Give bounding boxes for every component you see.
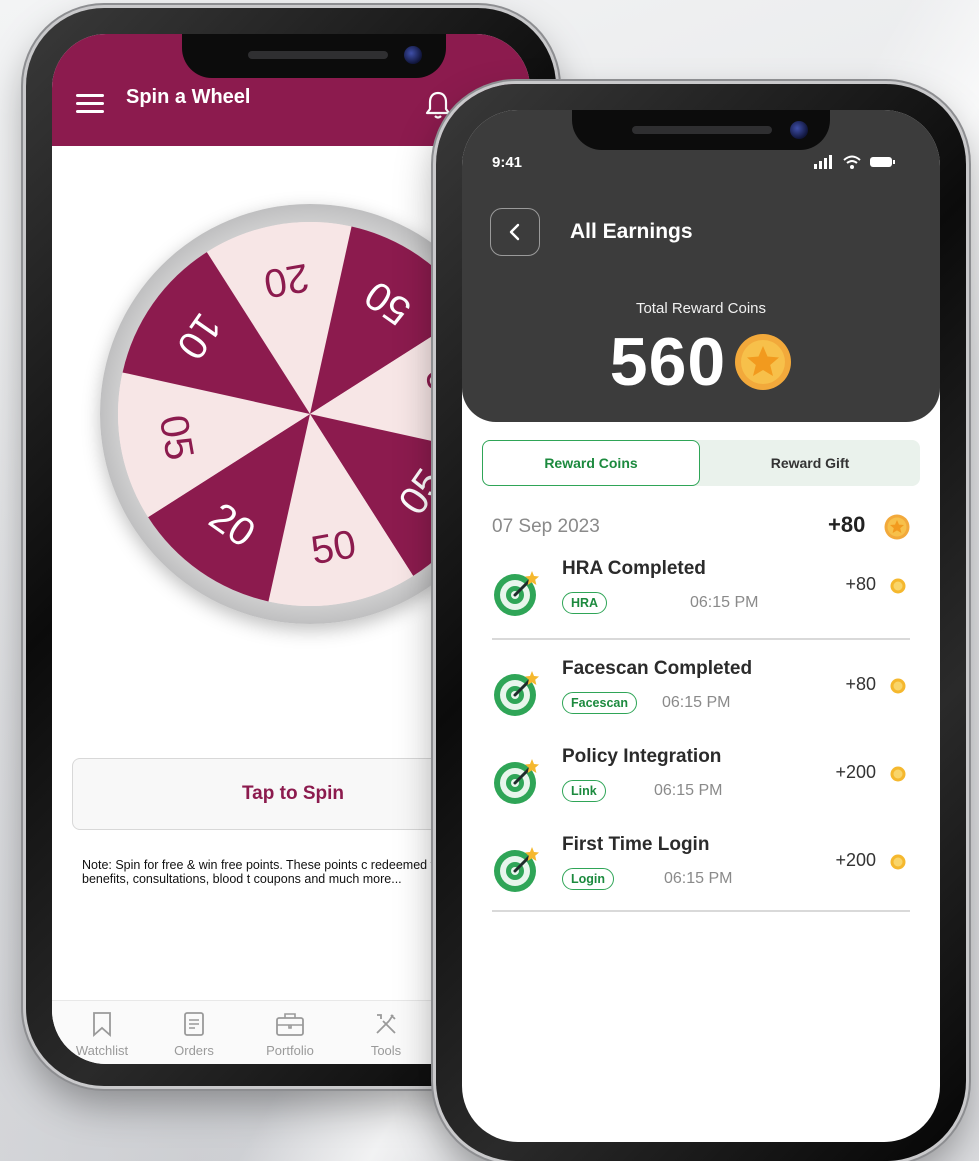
back-button[interactable]: [490, 208, 540, 256]
item-points: +200: [835, 762, 876, 782]
tab-reward-coins[interactable]: Reward Coins: [482, 440, 700, 486]
coin-icon: [890, 578, 906, 594]
tab-label: Portfolio: [266, 1043, 314, 1058]
coin-icon: [890, 766, 906, 782]
item-points: +80: [845, 574, 876, 594]
item-tag: Login: [562, 868, 615, 890]
target-icon: [494, 571, 539, 616]
item-time: 06:15 PM: [690, 594, 759, 611]
target-icon: [494, 759, 539, 804]
date-heading: 07 Sep 2023: [492, 516, 600, 537]
target-icon: [494, 847, 539, 892]
list-item[interactable]: Policy Integration Link 06:15 PM +200: [492, 746, 910, 826]
tab-label: Watchlist: [75, 1043, 129, 1058]
document-icon: [184, 1012, 204, 1036]
page-title: All Earnings: [570, 220, 693, 243]
wheel-label: 05: [151, 412, 202, 463]
coin-icon: [884, 514, 910, 540]
item-title: First Time Login: [562, 834, 710, 855]
list-item[interactable]: Facescan Completed Facescan 06:15 PM +80: [492, 658, 910, 738]
chevron-left-icon: [509, 223, 520, 241]
status-bar-icons: [814, 155, 895, 169]
list-divider: [492, 638, 910, 640]
item-title: HRA Completed: [562, 558, 706, 579]
item-points: +80: [845, 674, 876, 694]
total-reward-label: Total Reward Coins: [635, 300, 767, 317]
reward-tabs: Reward Coins Reward Gift: [482, 440, 920, 486]
item-title: Policy Integration: [562, 746, 722, 767]
coin-icon: [890, 854, 906, 870]
item-time: 06:15 PM: [654, 782, 723, 799]
briefcase-icon: [276, 1013, 304, 1036]
item-title: Facescan Completed: [562, 658, 753, 679]
tab-watchlist[interactable]: Watchlist: [62, 1011, 142, 1058]
phone-notch: [182, 34, 446, 78]
wifi-icon: [843, 155, 861, 164]
total-reward: 560: [462, 322, 940, 402]
tab-label: Tools: [370, 1043, 402, 1058]
item-time: 06:15 PM: [662, 694, 731, 711]
earnings-header: 9:41 All Earnings Total Reward Coins 560: [462, 110, 940, 422]
target-icon: [494, 671, 539, 716]
tab-orders[interactable]: Orders: [154, 1011, 234, 1058]
earnings-screen: 9:41 All Earnings Total Reward Coins 560: [462, 110, 940, 1142]
wheel-label: 20: [261, 255, 312, 306]
status-time: 9:41: [492, 154, 523, 171]
page-title: Spin a Wheel: [126, 86, 251, 108]
item-time: 06:15 PM: [664, 870, 733, 887]
list-divider: [492, 910, 910, 912]
tools-icon: [376, 1014, 396, 1034]
tab-reward-gift[interactable]: Reward Gift: [700, 440, 920, 486]
item-points: +200: [835, 850, 876, 870]
hamburger-menu-icon[interactable]: [76, 94, 104, 114]
phone-notch: [572, 110, 830, 150]
bell-icon[interactable]: [424, 90, 452, 120]
item-tag: HRA: [562, 592, 608, 614]
item-tag: Facescan: [562, 692, 637, 714]
coin-icon: [890, 678, 906, 694]
tab-tools[interactable]: Tools: [346, 1011, 426, 1058]
date-total-value: +80: [828, 512, 866, 537]
date-total: +80: [828, 512, 865, 538]
bookmark-icon: [93, 1012, 111, 1037]
coin-icon: [735, 334, 792, 390]
total-reward-value: 560: [609, 324, 727, 400]
tab-label: Orders: [174, 1043, 214, 1058]
list-item[interactable]: HRA Completed HRA 06:15 PM +80: [492, 558, 910, 638]
signal-icon: [814, 155, 832, 169]
wheel-label: 50: [308, 522, 359, 573]
battery-icon: [870, 157, 895, 167]
list-item[interactable]: First Time Login Login 06:15 PM +200: [492, 834, 910, 914]
earnings-phone: 9:41 All Earnings Total Reward Coins 560: [436, 84, 966, 1161]
item-tag: Link: [562, 780, 606, 802]
tab-portfolio[interactable]: Portfolio: [250, 1011, 330, 1058]
